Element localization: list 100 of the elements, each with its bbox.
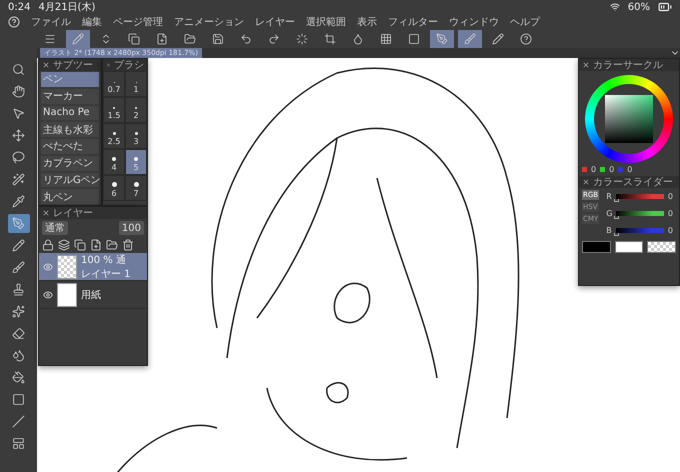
subtool-item[interactable]: カブラペン <box>41 156 99 170</box>
brush-size-option[interactable]: 6 <box>103 175 125 201</box>
square-icon <box>12 393 25 406</box>
redo-icon <box>268 33 280 45</box>
new-file-icon <box>156 33 168 45</box>
brush-size-option[interactable]: 3 <box>125 123 147 149</box>
menu-item[interactable]: 編集 <box>82 15 102 29</box>
channel-value: 0 <box>668 226 673 235</box>
help-icon <box>520 33 532 45</box>
dotted-circle-icon <box>296 33 308 45</box>
trash-icon[interactable] <box>122 239 134 251</box>
brush-size-option[interactable]: 2.5 <box>103 123 125 149</box>
color-square[interactable] <box>605 95 653 143</box>
menu-item[interactable]: レイヤー <box>255 15 295 29</box>
tool-button[interactable] <box>8 214 30 233</box>
eraser-icon <box>12 327 25 340</box>
slider-thumb[interactable] <box>614 216 620 219</box>
menu-item[interactable]: フィルター <box>388 15 438 29</box>
layer-thumbnail <box>57 254 77 278</box>
pointer-icon <box>12 107 25 120</box>
slider-thumb[interactable] <box>614 233 619 236</box>
opacity-field[interactable]: 100 <box>118 221 144 235</box>
folder-icon <box>184 33 196 45</box>
layer-name: レイヤー 1 <box>81 268 131 280</box>
grid-icon <box>380 33 392 45</box>
channel-slider[interactable] <box>616 228 664 233</box>
menu-item[interactable]: 表示 <box>357 15 377 29</box>
subtool-item[interactable]: 丸ペン <box>41 189 99 204</box>
paint-bucket-icon <box>12 371 25 384</box>
layer-info: 100 % 通 <box>81 254 127 266</box>
lock-icon[interactable] <box>42 239 54 251</box>
main-color-swatch[interactable] <box>582 241 611 253</box>
copy-icon[interactable] <box>74 239 86 251</box>
visibility-icon[interactable] <box>43 290 53 300</box>
layers-icon[interactable] <box>58 239 70 251</box>
menu-item[interactable]: ページ管理 <box>113 15 163 29</box>
brush-icon <box>12 261 25 274</box>
wand-icon <box>12 173 25 186</box>
channel-label: R <box>606 192 612 201</box>
menu-item[interactable]: ファイル <box>31 15 71 29</box>
new-layer-icon[interactable] <box>90 239 102 251</box>
search-icon <box>12 63 25 76</box>
brush-size-option[interactable]: 1 <box>125 71 147 97</box>
line-icon <box>12 415 25 428</box>
menu-item[interactable]: 選択範囲 <box>306 15 346 29</box>
droplets-icon <box>12 349 25 362</box>
layer-thumbnail <box>57 282 77 306</box>
subtool-item[interactable]: マーカー <box>41 88 99 104</box>
pencil-icon <box>12 239 25 252</box>
menu-item[interactable]: ウィンドウ <box>449 15 499 29</box>
status-time: 0:24 <box>8 2 30 12</box>
brush-size-option[interactable]: 7 <box>125 175 147 201</box>
stamp-icon <box>12 283 25 296</box>
sparkle-icon <box>12 305 25 318</box>
wifi-icon <box>610 2 620 12</box>
channel-slider[interactable] <box>616 194 664 199</box>
pencil-icon <box>72 33 84 45</box>
battery-percent: 60% <box>628 2 650 12</box>
layer-row[interactable]: 用紙 <box>39 281 147 309</box>
brush-size-option[interactable]: 2 <box>125 97 147 123</box>
subtool-item[interactable]: リアルGペン <box>41 172 99 188</box>
color-value: 0 <box>627 165 632 174</box>
folder-icon[interactable] <box>106 239 118 251</box>
updown-icon <box>100 33 112 45</box>
channel-swatch <box>618 167 624 172</box>
panel-title: サブツー <box>53 58 93 72</box>
panel-title: ブラシ <box>114 58 144 72</box>
brush-icon <box>464 33 476 45</box>
transparent-swatch[interactable] <box>647 241 676 253</box>
brush-size-option[interactable]: 1.5 <box>103 97 125 123</box>
move-icon <box>12 129 25 142</box>
crop-icon <box>324 33 336 45</box>
brush-size-option[interactable]: 0.7 <box>103 71 125 97</box>
pen-nib-icon <box>12 217 25 230</box>
eyedropper-icon <box>12 195 25 208</box>
channel-swatch <box>582 167 587 172</box>
save-icon <box>212 33 224 45</box>
channel-label: G <box>606 209 612 218</box>
close-icon[interactable] <box>42 61 50 69</box>
slider-thumb[interactable] <box>614 199 619 202</box>
menu-item[interactable]: アニメーション <box>174 15 244 29</box>
menu-item[interactable]: ヘルプ <box>510 15 540 29</box>
hand-icon <box>12 85 25 98</box>
subtool-item[interactable]: Nacho Pe <box>41 106 99 120</box>
menu-icon <box>44 33 56 45</box>
brush-size-option[interactable]: 4 <box>103 149 125 175</box>
blend-mode-select[interactable]: 通常 <box>42 221 68 235</box>
layer-row[interactable]: 100 % 通 レイヤー 1 <box>39 253 147 281</box>
lasso-icon <box>12 151 25 164</box>
pen-nib-icon <box>436 33 448 45</box>
channel-value: 0 <box>668 192 673 201</box>
subtool-item[interactable]: 主線も水彩 <box>41 122 99 137</box>
close-icon[interactable] <box>42 209 50 217</box>
channel-swatch <box>600 167 606 172</box>
close-icon[interactable] <box>582 178 590 186</box>
sub-color-swatch[interactable] <box>614 241 644 253</box>
subtool-item[interactable]: べたべた <box>41 139 99 154</box>
close-icon[interactable] <box>582 61 590 69</box>
copy-icon <box>128 33 140 45</box>
channel-slider[interactable] <box>616 211 664 216</box>
